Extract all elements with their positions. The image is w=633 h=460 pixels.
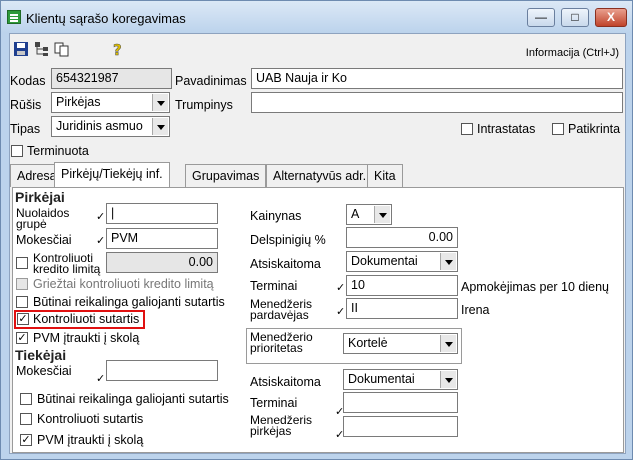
menedzeris-pirkejas-field[interactable] [343,416,458,437]
kainynas-label: Kainynas [250,209,302,223]
menedzeris-pardavejas-field[interactable]: II [346,298,458,319]
atsiskaitoma-value: Dokumentai [351,254,418,268]
pavadinimas-field[interactable]: UAB Nauja ir Ko [251,68,623,89]
required-check-icon: ✓ [96,373,106,385]
tab-kita[interactable]: Kita [367,164,403,187]
rusis-value: Pirkėjas [56,95,101,109]
svg-text:?: ? [113,41,122,57]
kredito-limitas-field[interactable]: 0.00 [106,252,218,273]
tiekejai-mokesciai-field[interactable] [106,360,218,381]
tiekejai-kontroliuoti-label: Kontroliuoti sutartis [37,412,144,426]
butinai-sutartis-label: Būtinai reikalinga galiojanti sutartis [33,295,225,309]
tab-pirkeju-tiekeju-inf[interactable]: Pirkėjų/Tiekėjų inf. [54,162,170,188]
pavadinimas-label: Pavadinimas [175,74,247,88]
minimize-button[interactable]: — [527,8,555,27]
kodas-label: Kodas [10,74,46,88]
mokesciai-label: Mokesčiai [16,233,72,247]
terminai-note: Apmokėjimas per 10 dienų [461,280,609,294]
tab-alternatyvus-adr[interactable]: Alternatyvūs adr. [266,164,374,187]
tiekejai-butinai-checkbox[interactable] [20,393,32,405]
intrastatas-label: Intrastatas [477,122,536,136]
tipas-label: Tipas [10,122,41,136]
required-check-icon: ✓ [336,306,346,318]
tiekejai-pvm-label: PVM įtraukti į skolą [37,433,144,447]
required-check-icon: ✓ [336,282,346,294]
menedzeris-pardavejas-label: Menedžeris pardavėjas [250,297,313,322]
kontroliuoti-limita-label: Kontroliuoti kredito limitą [33,251,101,276]
tiekejai-butinai-label: Būtinai reikalinga galiojanti sutartis [37,392,229,406]
chevron-down-icon [374,206,390,223]
delspinigiu-label: Delspinigių % [250,233,326,247]
butinai-sutartis-checkbox[interactable] [16,296,28,308]
tiekejai-atsiskaitoma-value: Dokumentai [348,372,415,386]
kodas-field[interactable]: 654321987 [51,68,172,89]
menedzeris-name: Irena [461,303,490,317]
patikrinta-checkbox[interactable] [552,123,564,135]
info-shortcut-label[interactable]: Informacija (Ctrl+J) [526,47,619,59]
terminai-label: Terminai [250,279,298,293]
tiekejai-atsiskaitoma-label: Atsiskaitoma [250,375,321,389]
menedzerio-prioritetas-label: Menedžerio prioritetas [250,330,313,355]
atsiskaitoma-label: Atsiskaitoma [250,257,321,271]
nuolaidos-grupe-field[interactable]: | [106,203,218,224]
window-title: Klientų sąrašo koregavimas [26,11,186,26]
chevron-down-icon [440,335,456,352]
mokesciai-field[interactable]: PVM [106,228,218,249]
tab-grupavimas[interactable]: Grupavimas [185,164,267,187]
kainynas-value: A [351,207,360,221]
kontroliuoti-limita-checkbox[interactable] [16,257,28,269]
pirkejai-section-title: Pirkėjai [15,189,65,205]
menedzeris-pirkejas-label: Menedžeris pirkėjas [250,413,313,438]
title-bar[interactable]: Klientų sąrašo koregavimas — □ X [1,1,632,33]
trumpinys-field[interactable] [251,92,623,113]
chevron-down-icon [440,371,456,388]
dialog-window: Klientų sąrašo koregavimas — □ X ? Infor… [0,0,633,460]
kontroliuoti-sutartis-checkbox[interactable]: ✓ [17,313,29,325]
menedzerio-prioritetas-dropdown[interactable]: Kortelė [343,333,458,354]
delspinigiu-field[interactable]: 0.00 [346,227,458,248]
close-button[interactable]: X [595,8,627,27]
terminuota-label: Terminuota [27,144,89,158]
tiekejai-kontroliuoti-checkbox[interactable] [20,413,32,425]
required-check-icon: ✓ [96,211,106,223]
rusis-dropdown[interactable]: Pirkėjas [51,92,170,113]
tiekejai-terminai-field[interactable] [343,392,458,413]
patikrinta-label: Patikrinta [568,122,621,136]
trumpinys-label: Trumpinys [175,98,233,112]
pvm-skola-label: PVM įtraukti į skolą [33,331,140,345]
tipas-value: Juridinis asmuo [56,119,143,133]
dialog-body: ? Informacija (Ctrl+J) Kodas 654321987 P… [9,33,626,454]
grieztai-checkbox[interactable] [16,278,28,290]
kontroliuoti-sutartis-label: Kontroliuoti sutartis [33,312,140,326]
intrastatas-checkbox[interactable] [461,123,473,135]
tree-icon[interactable] [34,41,50,57]
help-icon[interactable]: ? [110,41,126,57]
grieztai-label: Griežtai kontroliuoti kredito limitą [33,277,214,291]
tiekejai-terminai-label: Terminai [250,396,298,410]
chevron-down-icon [440,253,456,270]
tiekejai-section-title: Tiekėjai [15,347,67,363]
nuolaidos-grupe-label: Nuolaidos grupė [16,206,70,231]
app-icon [7,10,21,24]
chevron-down-icon [152,94,168,111]
chevron-down-icon [152,118,168,135]
maximize-button[interactable]: □ [561,8,589,27]
tiekejai-mokesciai-label: Mokesčiai [16,364,72,378]
terminai-field[interactable]: 10 [346,275,458,296]
copy-icon[interactable] [54,41,70,57]
menedzerio-prioritetas-value: Kortelė [348,336,388,350]
tiekejai-pvm-checkbox[interactable]: ✓ [20,434,32,446]
tipas-dropdown[interactable]: Juridinis asmuo [51,116,170,137]
rusis-label: Rūšis [10,98,42,112]
atsiskaitoma-dropdown[interactable]: Dokumentai [346,251,458,272]
terminuota-checkbox[interactable] [11,145,23,157]
tab-panel: Pirkėjai Nuolaidos grupė ✓ | Mokesčiai ✓… [12,187,624,453]
pvm-skola-checkbox[interactable]: ✓ [16,332,28,344]
kainynas-dropdown[interactable]: A [346,204,392,225]
save-icon[interactable] [13,41,29,57]
required-check-icon: ✓ [96,235,106,247]
tiekejai-atsiskaitoma-dropdown[interactable]: Dokumentai [343,369,458,390]
